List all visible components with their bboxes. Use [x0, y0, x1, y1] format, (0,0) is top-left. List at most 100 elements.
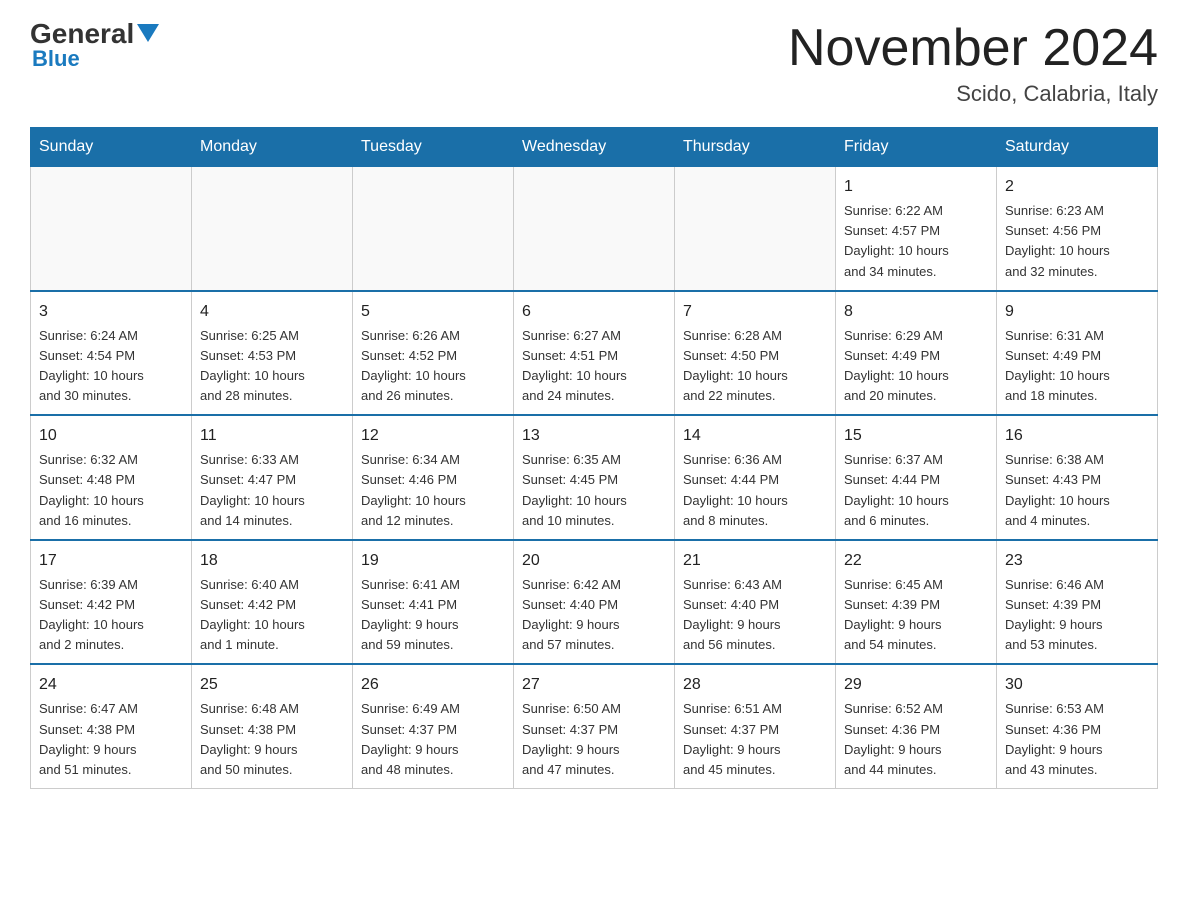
day-info: Sunrise: 6:42 AM Sunset: 4:40 PM Dayligh…	[522, 577, 621, 652]
day-cell: 26 Sunrise: 6:49 AM Sunset: 4:37 PM Dayli…	[353, 664, 514, 788]
day-number: 4	[200, 300, 344, 324]
day-number: 20	[522, 549, 666, 573]
day-number: 22	[844, 549, 988, 573]
day-info: Sunrise: 6:31 AM Sunset: 4:49 PM Dayligh…	[1005, 328, 1110, 403]
day-number: 14	[683, 424, 827, 448]
day-cell: 18 Sunrise: 6:40 AM Sunset: 4:42 PM Dayli…	[192, 540, 353, 665]
day-number: 8	[844, 300, 988, 324]
day-cell: 2 Sunrise: 6:23 AM Sunset: 4:56 PM Daylig…	[997, 167, 1158, 291]
logo-sub-text: Blue	[32, 46, 80, 72]
day-cell: 15 Sunrise: 6:37 AM Sunset: 4:44 PM Dayli…	[836, 415, 997, 540]
day-info: Sunrise: 6:25 AM Sunset: 4:53 PM Dayligh…	[200, 328, 305, 403]
logo-main-text: General	[30, 20, 134, 48]
day-number: 18	[200, 549, 344, 573]
day-number: 9	[1005, 300, 1149, 324]
day-cell: 24 Sunrise: 6:47 AM Sunset: 4:38 PM Dayli…	[31, 664, 192, 788]
day-number: 27	[522, 673, 666, 697]
day-cell: 21Sunrise: 6:43 AM Sunset: 4:40 PM Dayli…	[675, 540, 836, 665]
day-number: 16	[1005, 424, 1149, 448]
logo-triangle-icon	[137, 24, 159, 42]
week-row-2: 3 Sunrise: 6:24 AM Sunset: 4:54 PM Daylig…	[31, 291, 1158, 416]
day-number: 3	[39, 300, 183, 324]
day-cell	[192, 167, 353, 291]
day-info: Sunrise: 6:37 AM Sunset: 4:44 PM Dayligh…	[844, 452, 949, 527]
day-info: Sunrise: 6:34 AM Sunset: 4:46 PM Dayligh…	[361, 452, 466, 527]
day-cell	[514, 167, 675, 291]
day-cell: 29Sunrise: 6:52 AM Sunset: 4:36 PM Dayli…	[836, 664, 997, 788]
day-info: Sunrise: 6:36 AM Sunset: 4:44 PM Dayligh…	[683, 452, 788, 527]
day-cell: 1 Sunrise: 6:22 AM Sunset: 4:57 PM Daylig…	[836, 167, 997, 291]
day-number: 26	[361, 673, 505, 697]
day-cell: 12Sunrise: 6:34 AM Sunset: 4:46 PM Dayli…	[353, 415, 514, 540]
day-number: 17	[39, 549, 183, 573]
day-info: Sunrise: 6:43 AM Sunset: 4:40 PM Dayligh…	[683, 577, 782, 652]
day-info: Sunrise: 6:53 AM Sunset: 4:36 PM Dayligh…	[1005, 701, 1104, 776]
day-number: 2	[1005, 175, 1149, 199]
day-info: Sunrise: 6:32 AM Sunset: 4:48 PM Dayligh…	[39, 452, 144, 527]
day-number: 10	[39, 424, 183, 448]
day-number: 15	[844, 424, 988, 448]
day-number: 6	[522, 300, 666, 324]
day-cell: 3 Sunrise: 6:24 AM Sunset: 4:54 PM Daylig…	[31, 291, 192, 416]
day-info: Sunrise: 6:28 AM Sunset: 4:50 PM Dayligh…	[683, 328, 788, 403]
title-area: November 2024 Scido, Calabria, Italy	[788, 20, 1158, 107]
day-number: 1	[844, 175, 988, 199]
day-info: Sunrise: 6:29 AM Sunset: 4:49 PM Dayligh…	[844, 328, 949, 403]
day-info: Sunrise: 6:49 AM Sunset: 4:37 PM Dayligh…	[361, 701, 460, 776]
day-number: 30	[1005, 673, 1149, 697]
day-cell	[31, 167, 192, 291]
day-number: 24	[39, 673, 183, 697]
day-cell: 9 Sunrise: 6:31 AM Sunset: 4:49 PM Daylig…	[997, 291, 1158, 416]
day-info: Sunrise: 6:27 AM Sunset: 4:51 PM Dayligh…	[522, 328, 627, 403]
week-row-3: 10 Sunrise: 6:32 AM Sunset: 4:48 PM Dayli…	[31, 415, 1158, 540]
day-cell: 4 Sunrise: 6:25 AM Sunset: 4:53 PM Daylig…	[192, 291, 353, 416]
day-info: Sunrise: 6:40 AM Sunset: 4:42 PM Dayligh…	[200, 577, 305, 652]
day-info: Sunrise: 6:41 AM Sunset: 4:41 PM Dayligh…	[361, 577, 460, 652]
day-info: Sunrise: 6:47 AM Sunset: 4:38 PM Dayligh…	[39, 701, 138, 776]
week-row-4: 17Sunrise: 6:39 AM Sunset: 4:42 PM Dayli…	[31, 540, 1158, 665]
day-cell	[675, 167, 836, 291]
day-info: Sunrise: 6:48 AM Sunset: 4:38 PM Dayligh…	[200, 701, 299, 776]
day-cell: 8 Sunrise: 6:29 AM Sunset: 4:49 PM Daylig…	[836, 291, 997, 416]
day-info: Sunrise: 6:26 AM Sunset: 4:52 PM Dayligh…	[361, 328, 466, 403]
day-cell: 17Sunrise: 6:39 AM Sunset: 4:42 PM Dayli…	[31, 540, 192, 665]
day-cell: 23 Sunrise: 6:46 AM Sunset: 4:39 PM Dayli…	[997, 540, 1158, 665]
day-number: 25	[200, 673, 344, 697]
day-cell: 5 Sunrise: 6:26 AM Sunset: 4:52 PM Daylig…	[353, 291, 514, 416]
month-year-title: November 2024	[788, 20, 1158, 77]
day-cell: 22 Sunrise: 6:45 AM Sunset: 4:39 PM Dayli…	[836, 540, 997, 665]
week-row-5: 24 Sunrise: 6:47 AM Sunset: 4:38 PM Dayli…	[31, 664, 1158, 788]
day-cell: 20 Sunrise: 6:42 AM Sunset: 4:40 PM Dayli…	[514, 540, 675, 665]
day-info: Sunrise: 6:45 AM Sunset: 4:39 PM Dayligh…	[844, 577, 943, 652]
calendar-table: Sunday Monday Tuesday Wednesday Thursday…	[30, 127, 1158, 789]
day-cell: 6 Sunrise: 6:27 AM Sunset: 4:51 PM Daylig…	[514, 291, 675, 416]
day-cell: 7 Sunrise: 6:28 AM Sunset: 4:50 PM Daylig…	[675, 291, 836, 416]
header-monday: Monday	[192, 128, 353, 167]
day-cell: 10 Sunrise: 6:32 AM Sunset: 4:48 PM Dayli…	[31, 415, 192, 540]
day-number: 11	[200, 424, 344, 448]
day-cell: 11Sunrise: 6:33 AM Sunset: 4:47 PM Dayli…	[192, 415, 353, 540]
day-number: 5	[361, 300, 505, 324]
header-thursday: Thursday	[675, 128, 836, 167]
day-info: Sunrise: 6:22 AM Sunset: 4:57 PM Dayligh…	[844, 203, 949, 278]
day-cell: 30 Sunrise: 6:53 AM Sunset: 4:36 PM Dayli…	[997, 664, 1158, 788]
header-wednesday: Wednesday	[514, 128, 675, 167]
header: General Blue November 2024 Scido, Calabr…	[30, 20, 1158, 107]
day-number: 19	[361, 549, 505, 573]
header-sunday: Sunday	[31, 128, 192, 167]
day-number: 29	[844, 673, 988, 697]
day-info: Sunrise: 6:24 AM Sunset: 4:54 PM Dayligh…	[39, 328, 144, 403]
day-cell: 19 Sunrise: 6:41 AM Sunset: 4:41 PM Dayli…	[353, 540, 514, 665]
header-tuesday: Tuesday	[353, 128, 514, 167]
day-info: Sunrise: 6:50 AM Sunset: 4:37 PM Dayligh…	[522, 701, 621, 776]
header-friday: Friday	[836, 128, 997, 167]
day-number: 7	[683, 300, 827, 324]
day-number: 28	[683, 673, 827, 697]
week-row-1: 1 Sunrise: 6:22 AM Sunset: 4:57 PM Daylig…	[31, 167, 1158, 291]
day-info: Sunrise: 6:23 AM Sunset: 4:56 PM Dayligh…	[1005, 203, 1110, 278]
day-number: 23	[1005, 549, 1149, 573]
day-cell	[353, 167, 514, 291]
header-saturday: Saturday	[997, 128, 1158, 167]
day-cell: 25 Sunrise: 6:48 AM Sunset: 4:38 PM Dayli…	[192, 664, 353, 788]
day-info: Sunrise: 6:46 AM Sunset: 4:39 PM Dayligh…	[1005, 577, 1104, 652]
